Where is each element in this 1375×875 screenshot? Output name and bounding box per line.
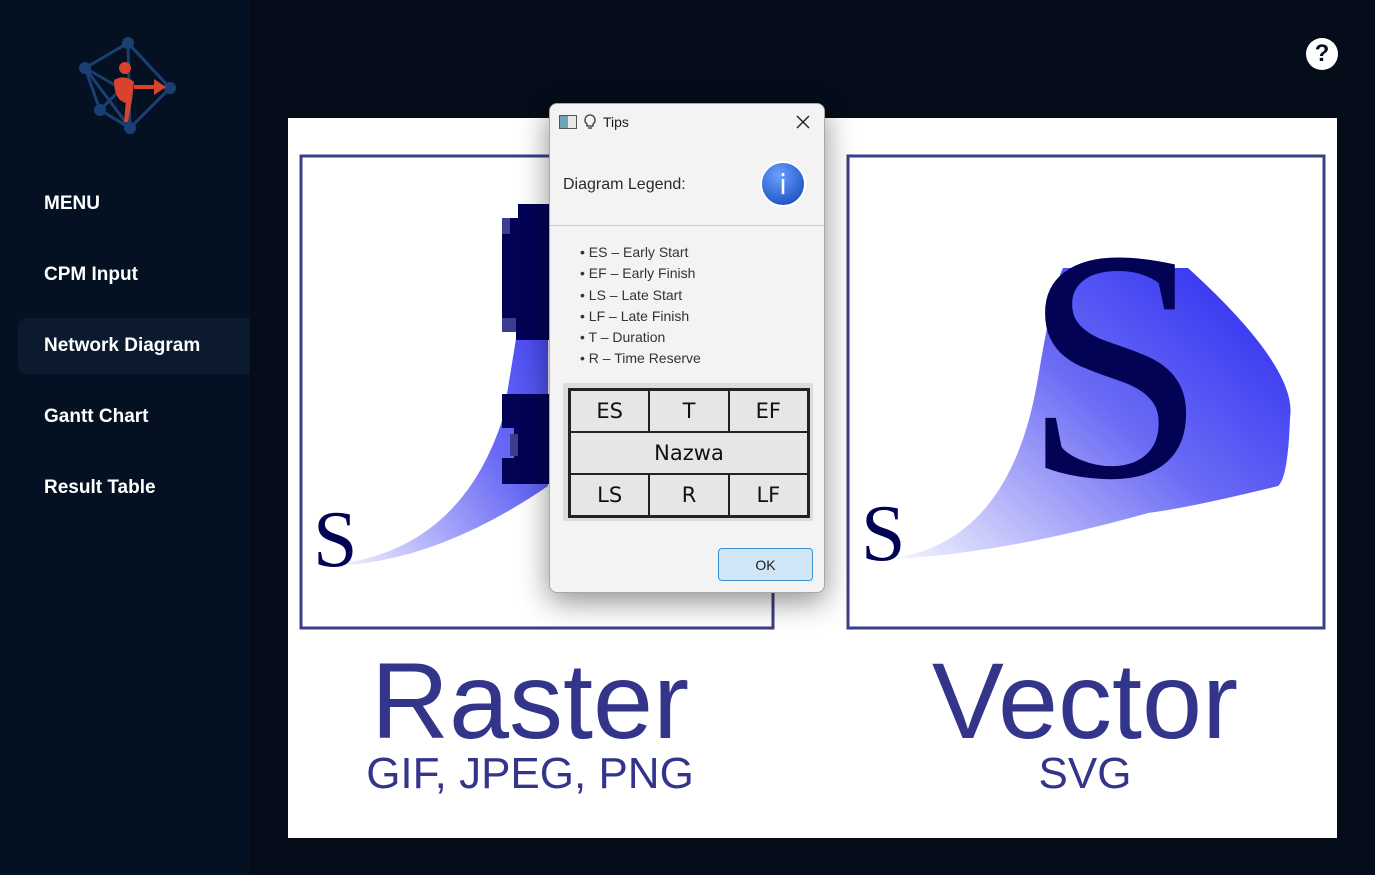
question-icon: ? xyxy=(1314,40,1330,67)
sidebar-item-label: CPM Input xyxy=(44,264,138,285)
list-item: R – Time Reserve xyxy=(580,348,701,369)
grid-cell-name: Nazwa xyxy=(570,432,808,474)
list-item: ES – Early Start xyxy=(580,242,701,263)
app-logo-icon xyxy=(79,37,176,134)
sidebar-item-label: Gantt Chart xyxy=(44,406,149,427)
raster-small-letter: S xyxy=(313,496,358,584)
grid-cell-lf: LF xyxy=(728,474,808,516)
grid-cell-t: T xyxy=(649,390,729,432)
sidebar-item-gantt-chart[interactable]: Gantt Chart xyxy=(18,389,250,445)
tips-dialog: Tips Diagram Legend: i ES – Early Start … xyxy=(549,103,825,593)
menu-heading: MENU xyxy=(18,176,250,232)
sidebar: MENU CPM Input Network Diagram Gantt Cha… xyxy=(0,0,250,875)
close-icon xyxy=(796,115,810,129)
node-legend-grid: ES T EF Nazwa LS R LF xyxy=(568,388,810,518)
sidebar-item-label: Result Table xyxy=(44,477,156,498)
help-button[interactable]: ? xyxy=(1306,38,1338,70)
grid-cell-r: R xyxy=(649,474,729,516)
node-legend-image: ES T EF Nazwa LS R LF xyxy=(563,383,813,521)
list-item: T – Duration xyxy=(580,327,701,348)
vector-title: Vector xyxy=(932,640,1238,761)
ok-button[interactable]: OK xyxy=(718,548,813,581)
vector-small-letter: S xyxy=(861,490,906,578)
raster-title: Raster xyxy=(371,640,689,761)
grid-cell-ef: EF xyxy=(728,390,808,432)
info-glyph: i xyxy=(779,168,787,201)
legend-list: ES – Early Start EF – Early Finish LS – … xyxy=(580,242,701,370)
sidebar-item-network-diagram[interactable]: Network Diagram xyxy=(18,318,250,374)
sidebar-item-result-table[interactable]: Result Table xyxy=(18,460,250,516)
raster-subtitle: GIF, JPEG, PNG xyxy=(366,749,694,798)
sidebar-item-cpm-input[interactable]: CPM Input xyxy=(18,247,250,303)
dialog-titlebar[interactable]: Tips xyxy=(550,104,824,140)
list-item: LS – Late Start xyxy=(580,285,701,306)
dialog-title: Tips xyxy=(603,114,629,130)
menu-label: MENU xyxy=(44,193,100,214)
ok-button-label: OK xyxy=(755,556,776,573)
sidebar-item-label: Network Diagram xyxy=(44,335,201,356)
list-item: EF – Early Finish xyxy=(580,263,701,284)
info-icon: i xyxy=(760,161,806,207)
window-app-icon xyxy=(559,115,577,129)
close-button[interactable] xyxy=(790,110,816,134)
grid-cell-es: ES xyxy=(570,390,650,432)
vector-big-letter: S xyxy=(1023,183,1207,548)
grid-cell-ls: LS xyxy=(570,474,650,516)
list-item: LF – Late Finish xyxy=(580,306,701,327)
legend-title: Diagram Legend: xyxy=(563,176,686,193)
vector-subtitle: SVG xyxy=(1039,749,1132,798)
lightbulb-icon xyxy=(584,114,596,129)
